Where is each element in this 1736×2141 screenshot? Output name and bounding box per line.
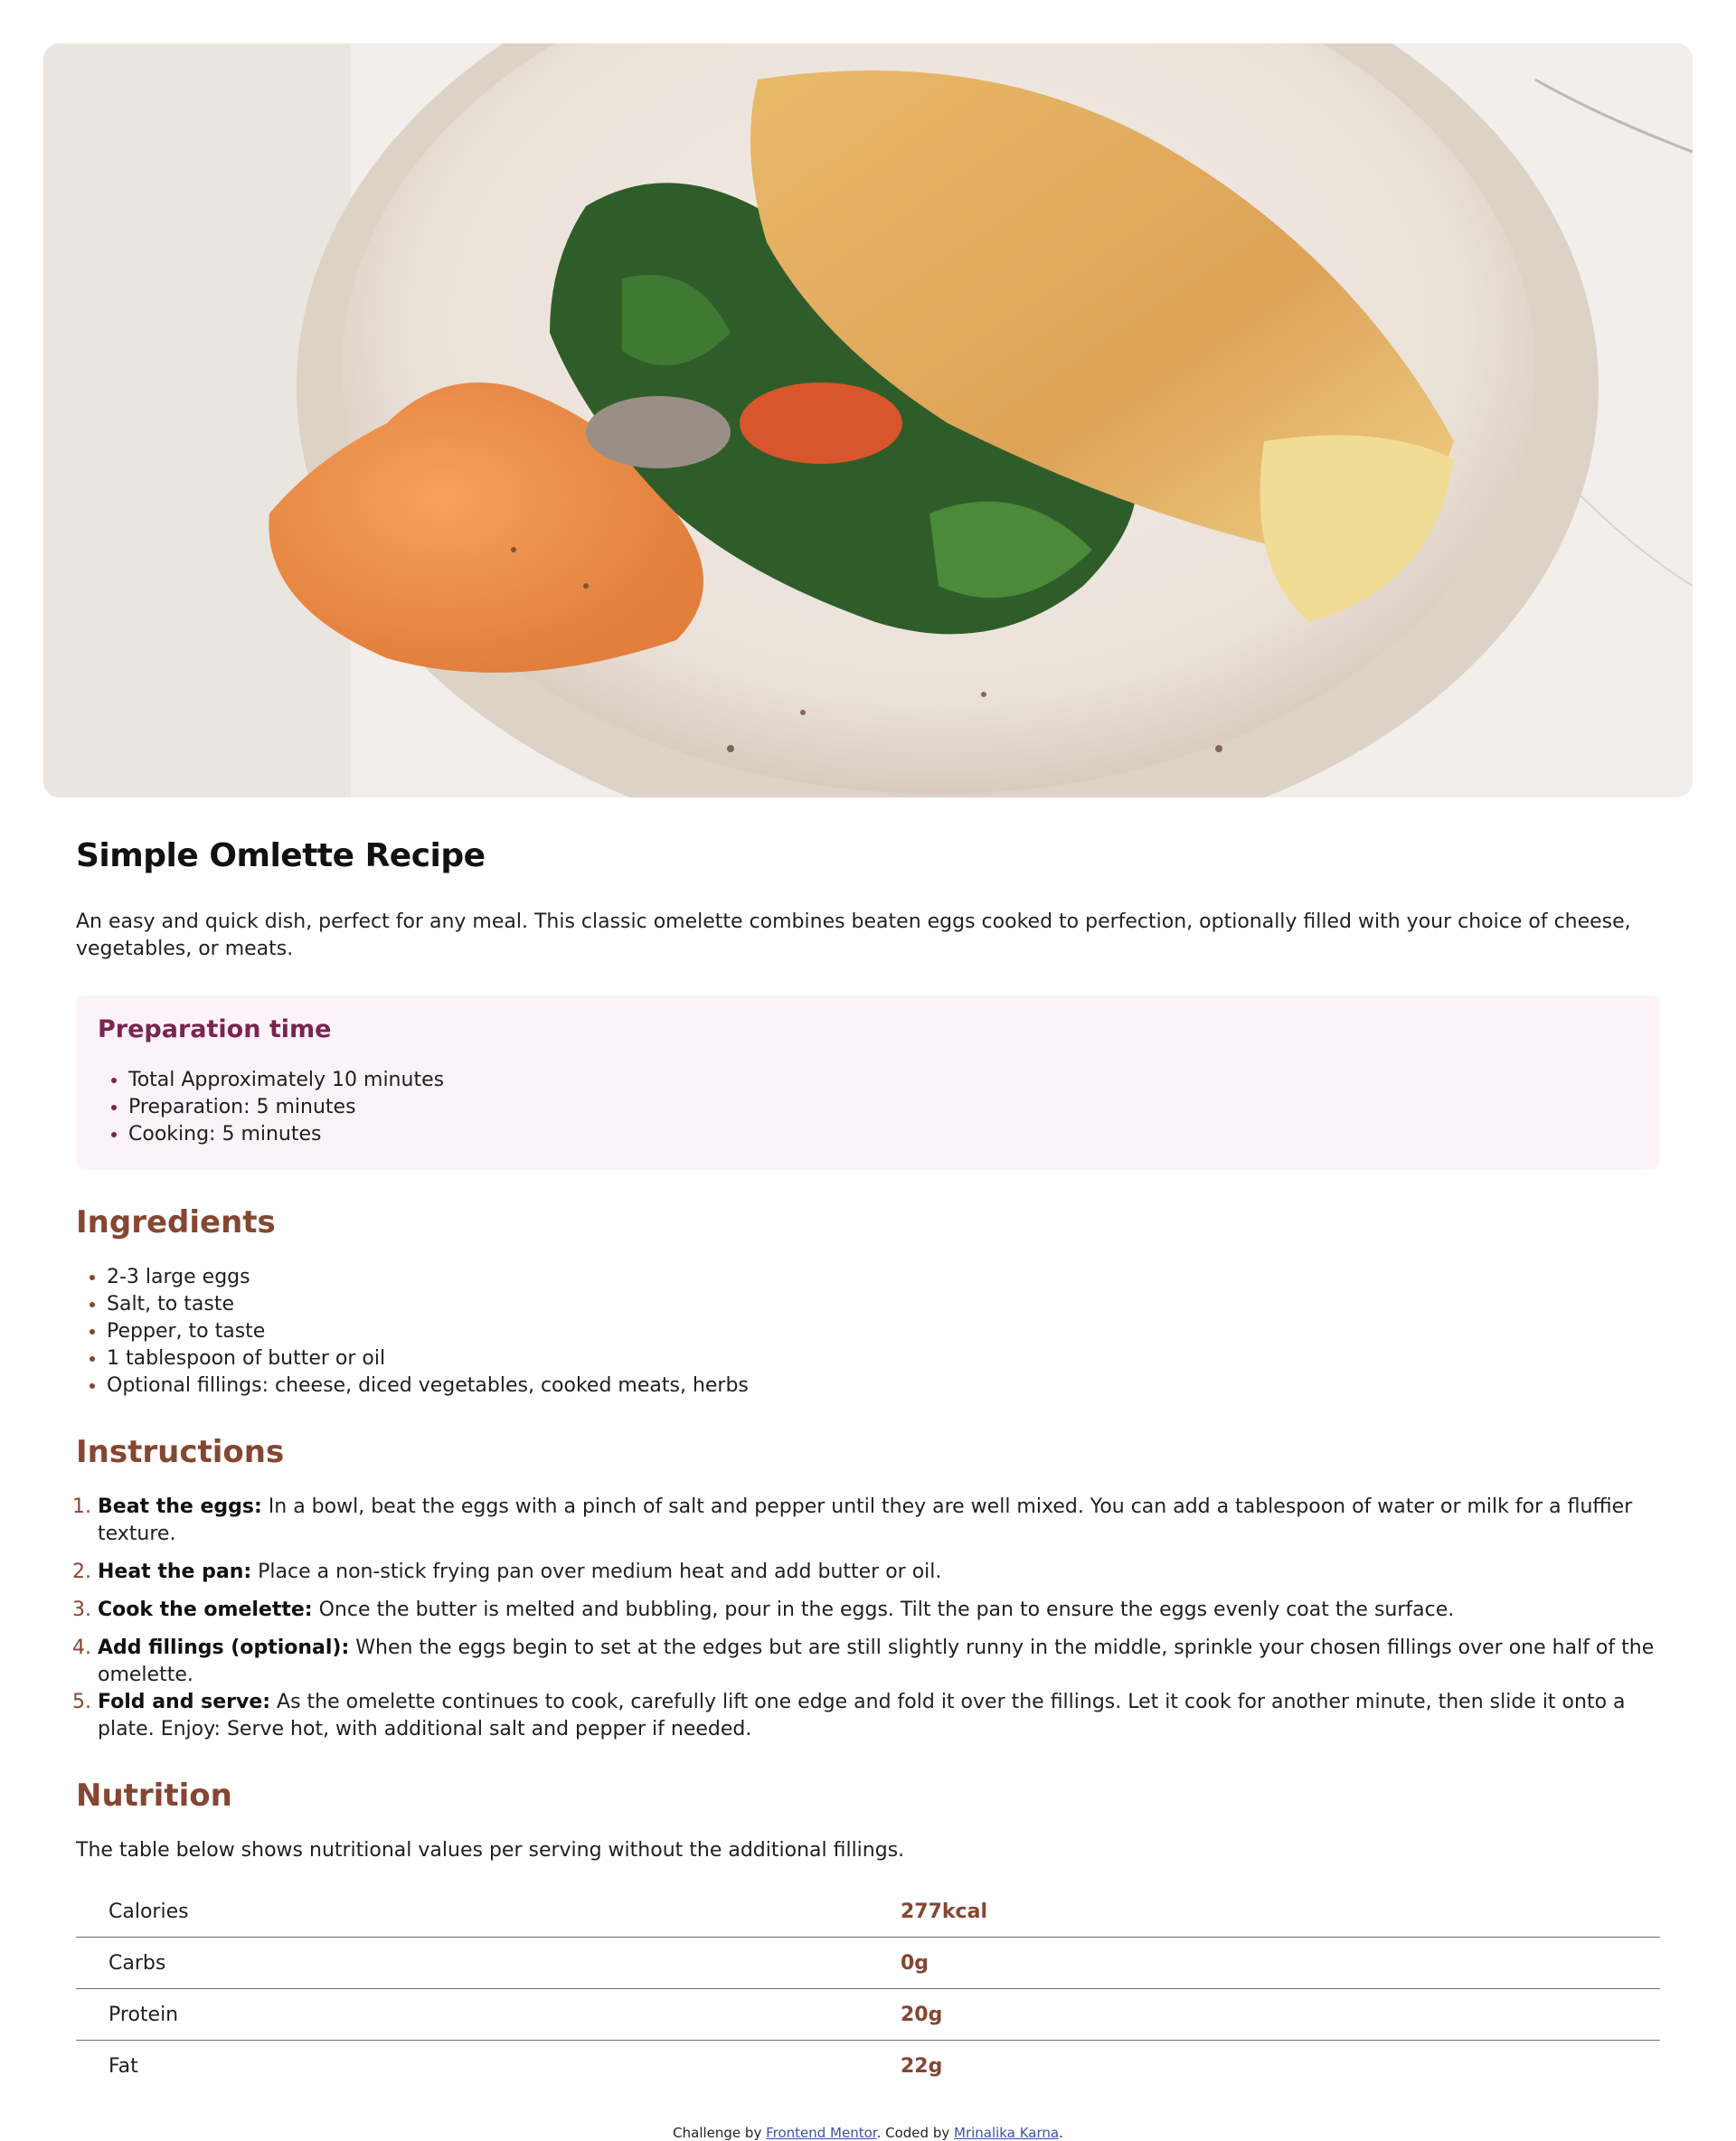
preparation-time-box: Preparation time Total Approximately 10 … [76,995,1660,1170]
step-text: Place a non-stick frying pan over medium… [251,1561,942,1583]
list-item: Total Approximately 10 minutes [128,1067,1638,1094]
recipe-card: Simple Omlette Recipe An easy and quick … [43,43,1693,2091]
nutrient-label: Fat [108,2054,138,2078]
step-title: Beat the eggs: [98,1495,262,1518]
omelette-photo [43,43,1693,797]
instruction-step: Beat the eggs: In a bowl, beat the eggs … [98,1494,1660,1548]
preparation-heading: Preparation time [98,1015,332,1043]
table-row: Protein 20g [76,1988,1660,2041]
list-item: Preparation: 5 minutes [128,1094,1638,1121]
table-row: Calories 277kcal [76,1886,1660,1938]
list-item: 1 tablespoon of butter or oil [107,1345,1660,1372]
author-link[interactable]: Mrinalika Karna [954,2125,1059,2141]
list-item: Cooking: 5 minutes [128,1121,1638,1148]
ingredients-heading: Ingredients [76,1204,276,1240]
table-row: Carbs 0g [76,1937,1660,1989]
nutrient-label: Protein [76,1988,868,2041]
footer-suffix: . [1059,2125,1063,2141]
ingredients-list: 2-3 large eggs Salt, to taste Pepper, to… [76,1264,1660,1400]
nutrient-value: 0g [868,1937,1660,1989]
step-text: Once the butter is melted and bubbling, … [312,1599,1455,1621]
nutrient-value: 22g [901,2054,943,2078]
preparation-list: Total Approximately 10 minutes Preparati… [98,1067,1638,1148]
nutrient-label: Calories [76,1886,868,1938]
step-title: Heat the pan: [98,1561,252,1583]
frontend-mentor-link[interactable]: Frontend Mentor [766,2125,877,2141]
list-item: Salt, to taste [107,1291,1660,1318]
instructions-heading: Instructions [76,1434,285,1470]
step-title: Cook the omelette: [98,1599,313,1621]
list-item: 2-3 large eggs [107,1264,1660,1291]
table-row: Fat 22g [76,2041,1660,2092]
nutrient-value: 277kcal [868,1886,1660,1938]
nutrient-label: Carbs [76,1937,868,1989]
instruction-step: Fold and serve: As the omelette continue… [98,1689,1660,1743]
instruction-step: Cook the omelette: Once the butter is me… [98,1597,1660,1624]
footer-prefix: Challenge by [673,2125,767,2141]
footer-middle: . Coded by [876,2125,954,2141]
nutrient-value: 20g [868,1988,1660,2041]
instruction-step: Add fillings (optional): When the eggs b… [98,1635,1660,1689]
nutrition-note: The table below shows nutritional values… [76,1839,905,1862]
instructions-list: Beat the eggs: In a bowl, beat the eggs … [76,1494,1660,1743]
list-item: Pepper, to taste [107,1318,1660,1345]
instruction-step: Heat the pan: Place a non-stick frying p… [98,1559,1660,1586]
step-text: In a bowl, beat the eggs with a pinch of… [98,1495,1633,1545]
list-item: Optional fillings: cheese, diced vegetab… [107,1372,1660,1400]
step-title: Add fillings (optional): [98,1636,350,1659]
recipe-description: An easy and quick dish, perfect for any … [76,910,1631,960]
step-title: Fold and serve: [98,1691,271,1713]
attribution-footer: Challenge by Frontend Mentor. Coded by M… [0,2125,1736,2141]
recipe-title: Simple Omlette Recipe [76,837,486,874]
step-text: As the omelette continues to cook, caref… [98,1691,1626,1740]
nutrition-table: Calories 277kcal Carbs 0g Protein 20g Fa… [76,1886,1660,2091]
nutrition-heading: Nutrition [76,1778,232,1814]
